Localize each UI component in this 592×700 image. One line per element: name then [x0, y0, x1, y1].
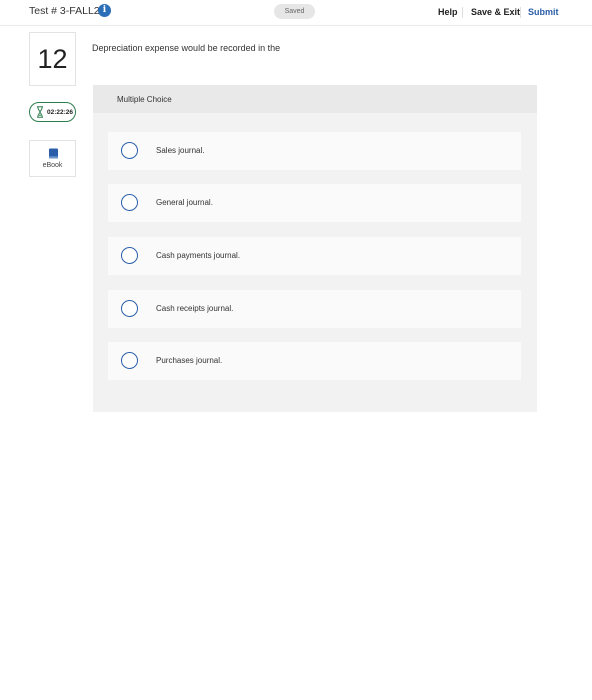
- ebook-button[interactable]: eBook: [29, 140, 76, 177]
- multiple-choice-panel: Multiple Choice Sales journal. General j…: [93, 85, 537, 412]
- help-link[interactable]: Help: [438, 7, 458, 17]
- question-text: Depreciation expense would be recorded i…: [92, 43, 281, 53]
- radio-button[interactable]: [121, 142, 138, 159]
- answer-option-label: Sales journal.: [156, 146, 205, 155]
- hourglass-icon: [37, 106, 43, 118]
- answer-option[interactable]: Cash receipts journal.: [108, 290, 521, 328]
- info-icon[interactable]: i: [98, 4, 111, 17]
- divider: [462, 7, 463, 18]
- radio-button[interactable]: [121, 194, 138, 211]
- submit-button[interactable]: Submit: [528, 7, 559, 17]
- saved-status-badge: Saved: [274, 4, 315, 19]
- ebook-label: eBook: [42, 162, 63, 169]
- answer-option[interactable]: Cash payments journal.: [108, 237, 521, 275]
- book-icon: [49, 148, 58, 159]
- answer-option-label: Cash payments journal.: [156, 251, 241, 260]
- divider: [520, 7, 521, 18]
- question-type-label: Multiple Choice: [117, 95, 172, 104]
- answer-option[interactable]: Sales journal.: [108, 132, 521, 170]
- answer-option[interactable]: Purchases journal.: [108, 342, 521, 380]
- save-exit-link[interactable]: Save & Exit: [471, 7, 520, 17]
- answer-option-label: Cash receipts journal.: [156, 304, 234, 313]
- answer-option[interactable]: General journal.: [108, 184, 521, 222]
- answer-option-label: General journal.: [156, 198, 213, 207]
- radio-button[interactable]: [121, 247, 138, 264]
- timer-value: 02:22:26: [47, 109, 74, 116]
- top-bar: Test # 3-FALL22 i Saved Help Save & Exit…: [0, 0, 592, 26]
- radio-button[interactable]: [121, 352, 138, 369]
- question-number: 12: [29, 32, 76, 86]
- timer-badge[interactable]: 02:22:26: [29, 102, 76, 122]
- radio-button[interactable]: [121, 300, 138, 317]
- question-type-header: Multiple Choice: [93, 85, 537, 113]
- test-title: Test # 3-FALL22: [29, 5, 106, 17]
- answer-option-label: Purchases journal.: [156, 356, 223, 365]
